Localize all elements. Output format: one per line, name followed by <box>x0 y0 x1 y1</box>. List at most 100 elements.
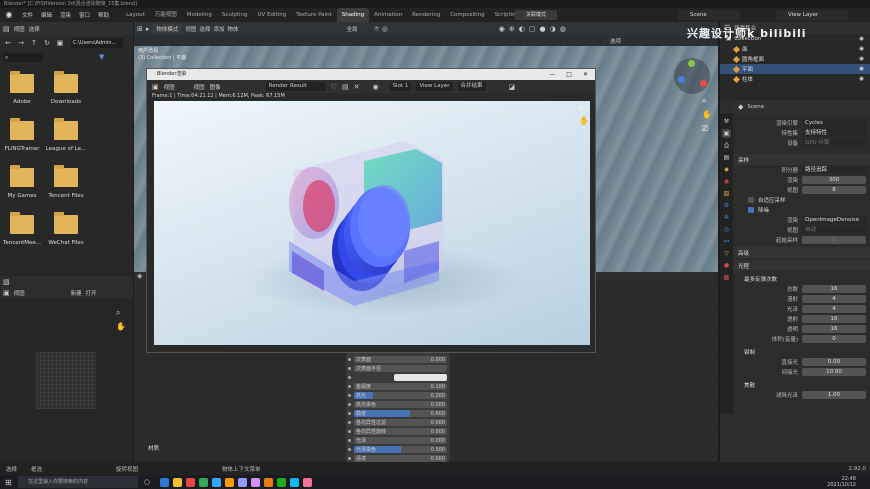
output-tab-icon[interactable]: ⎙ <box>722 141 731 150</box>
denoiser-dropdown[interactable]: OpenImageDenoise <box>802 216 866 224</box>
view-layer-tab-icon[interactable]: ▤ <box>722 153 731 162</box>
task-view-icon[interactable]: ○ <box>144 478 150 486</box>
render-pan-icon[interactable]: ✋ <box>579 116 589 125</box>
tab-universal-view[interactable]: 万能视图 <box>150 8 182 22</box>
rw-menu-view[interactable]: 视图 <box>164 83 175 91</box>
unlink-icon[interactable]: ✕ <box>354 83 360 91</box>
visibility-eye-icon[interactable]: ◉ <box>859 56 870 62</box>
folder-item[interactable]: Adobe <box>0 71 44 105</box>
folder-item[interactable]: League of Le... <box>44 118 88 152</box>
menu-help[interactable]: 帮助 <box>94 11 113 19</box>
object-mode-dropdown[interactable]: 物体模式 <box>152 24 183 34</box>
editor-type-icon[interactable]: ▣ <box>152 83 159 91</box>
visibility-eye-icon[interactable]: ◉ <box>859 46 870 52</box>
material-tab-icon[interactable]: ● <box>722 261 731 270</box>
refresh-icon[interactable]: ↻ <box>42 38 52 48</box>
bounce-field[interactable]: 0 <box>802 335 866 343</box>
start-sample-field[interactable]: 1 <box>802 236 866 244</box>
node-input-field[interactable]: 次表面半径 <box>354 365 447 372</box>
render-samples-field[interactable]: 300 <box>802 176 866 184</box>
scopes-icon[interactable]: ◪ <box>509 83 516 91</box>
folder-item[interactable]: My Games <box>0 165 44 199</box>
node-input-field[interactable]: 金属度 0.100 <box>354 383 447 390</box>
parent-dir-icon[interactable]: ↑ <box>29 38 39 48</box>
premiere-icon[interactable] <box>238 477 248 487</box>
device-dropdown[interactable]: GPU 计算 <box>802 139 866 147</box>
xray-icon[interactable]: ▢ <box>529 25 536 33</box>
principled-bsdf-node[interactable]: 次表面 0.000 次表面半径次表面颜色金属度 0.100 高光 0.200 高光染色 0.0… <box>346 352 450 462</box>
pan-view-icon[interactable]: ✋ <box>702 110 712 119</box>
zoom-view-icon[interactable]: ⌕ <box>702 96 706 106</box>
clamp-field[interactable]: 10.00 <box>802 368 866 376</box>
tab-shading[interactable]: Shading <box>336 8 370 22</box>
visibility-eye-icon[interactable]: ◉ <box>859 36 870 42</box>
advanced-section-header[interactable]: 高级 <box>734 247 870 258</box>
rw-menu-image[interactable]: 图像 <box>210 83 221 91</box>
outliner-item[interactable]: 平面 ◉ <box>720 64 870 74</box>
blender-logo-icon[interactable]: ◉ <box>3 9 15 21</box>
photoshop-icon[interactable] <box>212 477 222 487</box>
blender-taskbar-icon[interactable] <box>264 477 274 487</box>
editor-type-icon[interactable]: ▨ <box>3 278 10 286</box>
shading-solid-icon[interactable]: ● <box>540 25 546 33</box>
caustics-subsection[interactable]: 焦散 <box>734 379 870 390</box>
app-icon[interactable] <box>186 477 196 487</box>
physics-tab-icon[interactable]: ◎ <box>722 225 731 234</box>
fake-user-icon[interactable]: ♡ <box>331 83 337 91</box>
node-input-field[interactable]: 高光染色 0.000 <box>354 401 447 408</box>
tab-rendering[interactable]: Rendering <box>407 8 445 22</box>
tab-compositing[interactable]: Compositing <box>445 8 489 22</box>
menu-edit[interactable]: 编辑 <box>37 11 56 19</box>
max-bounces-subsection[interactable]: 最多反弹次数 <box>734 273 870 284</box>
folder-item[interactable]: FLiNGTrainer <box>0 118 44 152</box>
clamping-subsection[interactable]: 钳制 <box>734 346 870 357</box>
particles-tab-icon[interactable]: ✲ <box>722 213 731 222</box>
tab-sculpting[interactable]: Sculpting <box>217 8 253 22</box>
denoise-checkbox[interactable] <box>748 207 754 213</box>
fb-menu-select[interactable]: 选择 <box>29 25 40 33</box>
shading-rendered-icon[interactable]: ◍ <box>560 25 566 33</box>
tab-texture-paint[interactable]: Texture Paint <box>291 8 337 22</box>
viewport-samples-field[interactable]: 8 <box>802 186 866 194</box>
menu-file[interactable]: 文件 <box>18 11 37 19</box>
outliner-item[interactable]: 面 ◉ <box>720 44 870 54</box>
node-input-field[interactable]: 各向异性过滤 0.000 <box>354 419 447 426</box>
image-menu-view[interactable]: 视图 <box>14 289 25 297</box>
path-field[interactable]: C:\Users\Admin... <box>71 38 123 48</box>
tool-tab-icon[interactable]: ⚒ <box>722 117 731 126</box>
object-tab-icon[interactable]: ▧ <box>722 189 731 198</box>
overlay-toggle-icon[interactable]: ◐ <box>519 25 525 33</box>
viewport-denoiser-dropdown[interactable]: 自动 <box>802 226 866 234</box>
menu-window[interactable]: 窗口 <box>75 11 94 19</box>
vp-menu-select[interactable]: 选择 <box>199 25 210 33</box>
tab-animation[interactable]: Animation <box>369 8 407 22</box>
node-input-field[interactable]: 次表面颜色 <box>394 374 447 381</box>
render-engine-dropdown[interactable]: Cycles <box>802 119 866 127</box>
taskbar-search[interactable]: 在这里输入你要搜索的内容 <box>18 476 138 488</box>
sampling-section-header[interactable]: 采样 <box>734 154 870 165</box>
node-input-field[interactable]: 光泽 0.000 <box>354 437 447 444</box>
back-arrow-icon[interactable]: ← <box>3 38 13 48</box>
display-channels-icon[interactable]: ◉ <box>372 83 378 91</box>
render-zoom-icon[interactable]: ⌕ <box>579 103 583 113</box>
new-image-button[interactable]: 新建 <box>71 289 82 297</box>
bounce-field[interactable]: 16 <box>802 285 866 293</box>
proportional-edit-icon[interactable]: ◎ <box>382 25 388 33</box>
transform-orientation-dropdown[interactable]: 全局 <box>346 25 357 33</box>
camera-view-icon[interactable]: ⎚ <box>702 124 708 134</box>
after-effects-icon[interactable] <box>251 477 261 487</box>
windows-start-icon[interactable]: ⊞ <box>5 478 12 487</box>
bilibili-icon[interactable] <box>303 477 313 487</box>
node-input-field[interactable]: 糙度 0.600 <box>354 410 447 417</box>
folder-item[interactable]: Tencent Files <box>44 165 88 199</box>
editor-type-icon[interactable]: ▤ <box>3 25 10 33</box>
search-icon[interactable]: ⌕ <box>3 52 43 62</box>
data-tab-icon[interactable]: ▽ <box>722 249 731 258</box>
scene-selector[interactable]: Scene <box>678 10 740 20</box>
gizmo-x-axis-icon[interactable] <box>700 80 707 87</box>
taskbar-clock[interactable]: 22:48 2021/10/12 <box>827 476 870 488</box>
hand-icon[interactable]: ✋ <box>116 322 126 331</box>
rw-menu-view2[interactable]: 视图 <box>194 83 205 91</box>
folder-item[interactable]: WeChat Files <box>44 212 88 246</box>
explorer-icon[interactable] <box>173 477 183 487</box>
